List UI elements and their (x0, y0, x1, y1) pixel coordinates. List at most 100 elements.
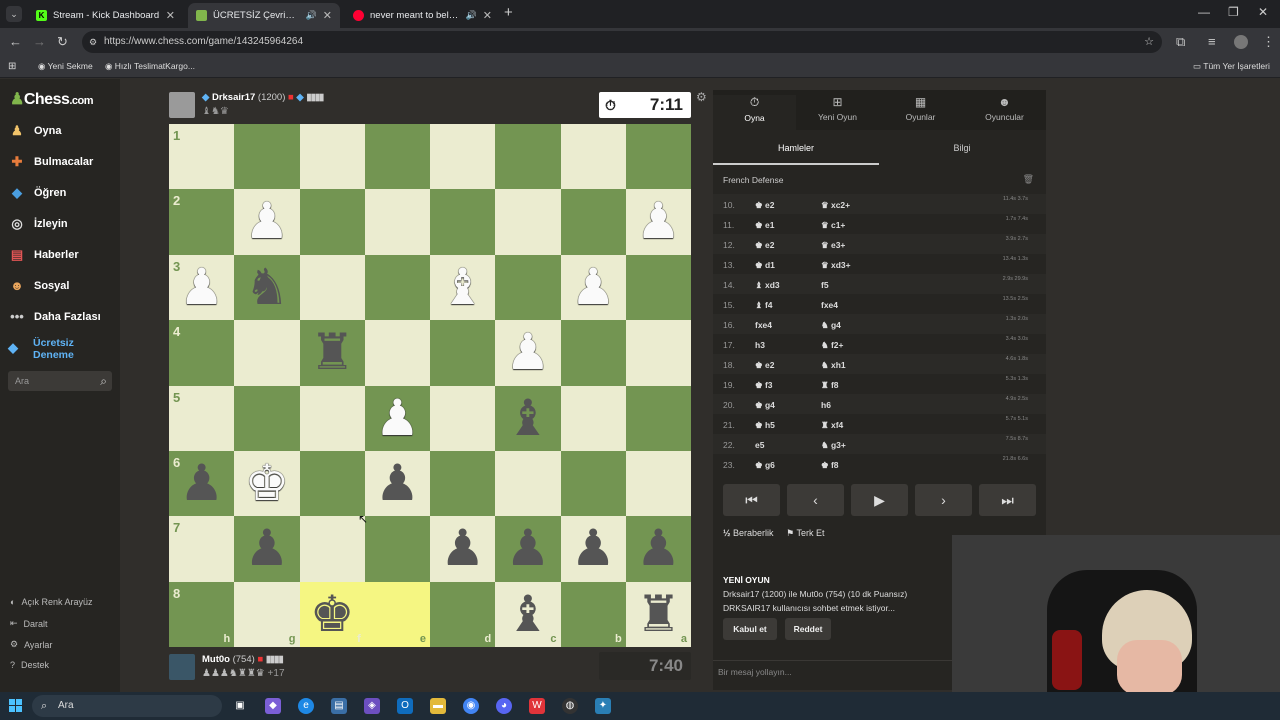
black-piece[interactable]: ♟ (626, 516, 691, 581)
prev-move-button[interactable]: ‹ (787, 484, 844, 516)
black-move[interactable]: ♛ c1+ (821, 220, 845, 231)
all-bookmarks[interactable]: ▭ Tüm Yer İşaretleri (1193, 61, 1270, 72)
board-square[interactable] (495, 124, 561, 190)
black-move[interactable]: ♞ g3+ (821, 440, 846, 451)
white-move[interactable]: ♚ e2 (755, 240, 774, 251)
edge-icon[interactable]: e (298, 698, 314, 714)
board-square[interactable] (364, 254, 430, 321)
board-square[interactable]: 4 (169, 320, 235, 386)
black-piece[interactable]: ♜ (300, 320, 365, 385)
white-move[interactable]: ♚ e1 (755, 220, 774, 231)
white-piece[interactable]: ♚ (234, 451, 299, 516)
white-piece[interactable]: ♟ (365, 386, 430, 451)
bottom-player-name[interactable]: Mut0o (754) ■ ▮▮▮▮ (202, 654, 284, 665)
app-icon[interactable]: W (529, 698, 545, 714)
extensions-icon[interactable]: ⧉ (1176, 34, 1185, 50)
white-piece[interactable]: ♟ (626, 189, 691, 254)
outlook-icon[interactable]: O (397, 698, 413, 714)
tab-info[interactable]: Bilgi (879, 143, 1045, 153)
white-move[interactable]: e5 (755, 440, 764, 450)
last-move-button[interactable]: ⏭ (979, 484, 1036, 516)
store-icon[interactable]: ▤ (331, 698, 347, 714)
bookmark-new-tab[interactable]: ◉ Yeni Sekme (38, 61, 93, 72)
board-square[interactable] (560, 124, 626, 190)
board-square[interactable] (234, 385, 300, 451)
free-trial-link[interactable]: ◆ Ücretsiz Deneme (8, 337, 74, 361)
url-field[interactable]: ⚙ https://www.chess.com/game/14324596426… (82, 31, 1162, 53)
white-piece[interactable]: ♝ (430, 255, 495, 320)
black-move[interactable]: f5 (821, 280, 829, 290)
back-button[interactable]: ← (9, 34, 22, 49)
obs-icon[interactable]: ◍ (562, 698, 578, 714)
forward-button[interactable]: → (33, 34, 46, 49)
board-square[interactable] (430, 189, 496, 255)
close-window-button[interactable]: ✕ (1258, 5, 1268, 19)
black-piece[interactable]: ♝ (495, 582, 560, 647)
board-square[interactable] (625, 124, 691, 190)
search-icon[interactable]: ⌕ (100, 371, 107, 391)
bottom-player-avatar[interactable] (169, 654, 195, 680)
first-move-button[interactable]: ⏮ (723, 484, 780, 516)
black-move[interactable]: ♞ xh1 (821, 360, 846, 371)
collapse-button[interactable]: ⇤ Daralt (10, 618, 48, 629)
black-piece[interactable]: ♟ (430, 516, 495, 581)
speaker-icon[interactable]: 🔊 (306, 10, 317, 21)
black-piece[interactable]: ♟ (365, 451, 430, 516)
profile-avatar[interactable] (1234, 35, 1248, 49)
black-move[interactable]: ♞ f2+ (821, 340, 844, 351)
white-move[interactable]: ♚ d1 (755, 260, 775, 271)
board-square[interactable]: b (560, 581, 626, 648)
close-icon[interactable]: ✕ (483, 9, 492, 22)
board-square[interactable] (234, 124, 300, 190)
board-square[interactable] (299, 385, 365, 451)
bookmark-cargo[interactable]: ◉ Hızlı TeslimatKargo... (105, 61, 195, 72)
black-piece[interactable]: ♝ (495, 386, 560, 451)
board-square[interactable] (299, 124, 365, 190)
board-square[interactable] (430, 451, 496, 517)
white-piece[interactable]: ♟ (495, 320, 560, 385)
restore-button[interactable]: ❐ (1228, 5, 1239, 19)
board-square[interactable] (625, 451, 691, 517)
board-square[interactable] (625, 254, 691, 321)
windows-start-icon[interactable] (9, 699, 23, 713)
white-move[interactable]: ♚ f3 (755, 380, 773, 391)
board-square[interactable] (430, 385, 496, 451)
white-move[interactable]: ♝ f4 (755, 300, 773, 311)
task-view-icon[interactable]: ▣ (232, 698, 248, 714)
board-square[interactable] (625, 320, 691, 386)
support-link[interactable]: ? Destek (10, 660, 49, 670)
sidebar-item-watch[interactable]: ◎ İzleyin (8, 216, 67, 232)
settings-link[interactable]: ⚙ Ayarlar (10, 639, 52, 650)
tab-games[interactable]: ▦ Oyunlar (879, 95, 962, 122)
board-square[interactable] (299, 189, 365, 255)
board-square[interactable] (560, 451, 626, 517)
black-piece[interactable]: ♟ (169, 451, 234, 516)
discord-icon[interactable]: ◕ (496, 698, 512, 714)
tab-new-game[interactable]: ⊞ Yeni Oyun (796, 95, 879, 122)
white-piece[interactable]: ♟ (169, 255, 234, 320)
trash-icon[interactable]: 🗑 (1023, 174, 1034, 185)
sidebar-item-puzzles[interactable]: ✚ Bulmacalar (8, 154, 94, 170)
draw-button[interactable]: ½ Beraberlik (723, 528, 774, 538)
taskbar-search[interactable]: ⌕ Ara (32, 695, 222, 717)
sidebar-item-social[interactable]: ☻ Sosyal (8, 278, 69, 294)
board-square[interactable]: 5 (169, 385, 235, 451)
sidebar-item-play[interactable]: ♟ Oyna (8, 123, 61, 139)
black-move[interactable]: ♛ e3+ (821, 240, 845, 251)
menu-icon[interactable]: ⋮ (1262, 34, 1275, 50)
board-square[interactable] (364, 124, 430, 190)
top-player-avatar[interactable] (169, 92, 195, 118)
sidebar-search-input[interactable]: Ara ⌕ (8, 371, 112, 391)
black-piece[interactable]: ♟ (234, 516, 299, 581)
black-move[interactable]: h6 (821, 400, 831, 410)
black-move[interactable]: ♚ f8 (821, 460, 839, 471)
reading-list-icon[interactable]: ≡ (1208, 34, 1216, 49)
sidebar-item-news[interactable]: ▤ Haberler (8, 247, 79, 263)
tab-search-button[interactable]: ⌄ (6, 6, 22, 22)
copilot-icon[interactable]: ◆ (265, 698, 281, 714)
light-theme-toggle[interactable]: ◐ Açık Renk Arayüz (10, 597, 92, 607)
board-square[interactable] (560, 385, 626, 451)
black-piece[interactable]: ♚ (300, 582, 365, 647)
black-piece[interactable]: ♟ (495, 516, 560, 581)
file-explorer-icon[interactable]: ▬ (430, 698, 446, 714)
